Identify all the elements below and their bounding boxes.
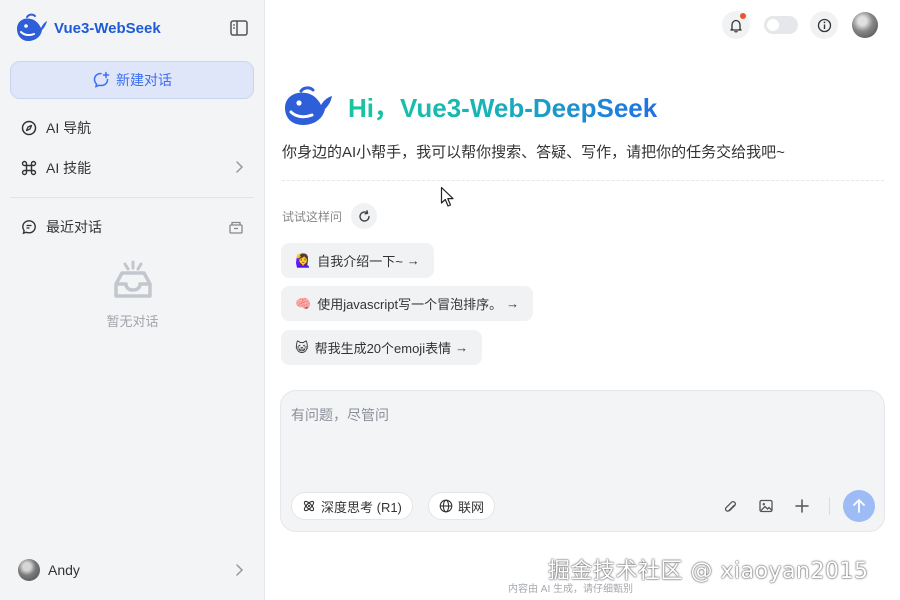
refresh-icon — [358, 209, 370, 222]
suggestion-item[interactable]: 😺 帮我生成20个emoji表情 → — [281, 330, 483, 365]
brand[interactable]: Vue3-WebSeek — [14, 12, 161, 44]
user-profile-row[interactable]: Andy — [10, 553, 254, 587]
new-chat-label: 新建对话 — [116, 72, 172, 88]
arrow-up-icon — [853, 499, 865, 513]
globe-icon — [439, 499, 453, 513]
archive-icon[interactable] — [228, 219, 244, 235]
command-icon — [20, 159, 38, 177]
toolbar-separator — [829, 497, 830, 515]
avatar — [18, 559, 40, 581]
sidebar: Vue3-WebSeek 新建对话 AI 导航 AI 技能 最近对话 暂无对话 … — [0, 0, 265, 600]
sidebar-item-label: AI 技能 — [46, 160, 92, 176]
bell-icon — [730, 19, 742, 32]
whale-logo-icon — [285, 86, 332, 125]
sidebar-item-ai-nav[interactable]: AI 导航 — [10, 111, 254, 145]
hero-header: Hi，Vue3-Web-DeepSeek — [282, 84, 657, 128]
notification-dot — [740, 13, 746, 19]
arrow-right-icon: → — [406, 253, 420, 268]
web-search-toggle[interactable]: 联网 — [428, 492, 496, 520]
person-raising-hand-icon: 🙋‍♀️ — [295, 252, 312, 268]
info-button[interactable] — [810, 11, 838, 39]
theme-toggle[interactable] — [764, 16, 798, 34]
recent-chats-header: 最近对话 — [10, 210, 254, 244]
cat-face-icon: 😺 — [295, 339, 309, 355]
paperclip-icon — [724, 500, 737, 512]
user-avatar-button[interactable] — [852, 12, 878, 38]
arrow-right-icon: → — [455, 340, 469, 355]
sidebar-item-label: AI 导航 — [46, 120, 92, 136]
suggestion-item[interactable]: 🧠 使用javascript写一个冒泡排序。 → — [281, 286, 534, 321]
sidebar-divider — [10, 197, 254, 198]
ai-disclaimer: 内容由 AI 生成，请仔细甄别 — [508, 584, 634, 595]
add-button[interactable] — [791, 495, 813, 517]
image-upload-button[interactable] — [755, 495, 777, 517]
chat-bubble-icon — [20, 218, 38, 236]
suggestions-label: 试试这样问 — [282, 210, 343, 224]
plus-icon — [795, 499, 809, 513]
suggestion-text: 自我介绍一下~ — [317, 254, 403, 269]
send-button[interactable] — [843, 490, 875, 522]
new-chat-icon — [93, 71, 110, 88]
brand-name: Vue3-WebSeek — [54, 19, 161, 37]
suggestion-text: 帮我生成20个emoji表情 — [314, 341, 452, 356]
deep-think-label: 深度思考 (R1) — [321, 499, 402, 515]
brain-icon: 🧠 — [295, 295, 312, 311]
info-icon — [817, 18, 831, 32]
sidebar-toggle-icon[interactable] — [229, 19, 249, 37]
refresh-suggestions-button[interactable] — [351, 203, 377, 229]
chat-composer: 深度思考 (R1) 联网 — [280, 390, 885, 532]
chat-input[interactable] — [291, 405, 871, 475]
new-chat-button[interactable]: 新建对话 — [10, 61, 254, 99]
page-subtitle: 你身边的AI小帮手，我可以帮你搜索、答疑、写作，请把你的任务交给我吧~ — [282, 144, 785, 161]
atom-icon — [303, 500, 315, 512]
top-toolbar — [722, 11, 878, 39]
image-icon — [759, 499, 773, 513]
whale-logo-icon — [17, 13, 47, 41]
notification-button[interactable] — [722, 11, 750, 39]
empty-inbox-icon — [113, 260, 152, 298]
suggestion-text: 使用javascript写一个冒泡排序。 — [317, 297, 503, 312]
page-title: Hi，Vue3-Web-DeepSeek — [348, 88, 657, 125]
user-name: Andy — [48, 562, 80, 578]
mouse-cursor-icon — [440, 186, 454, 207]
recent-chats-label: 最近对话 — [46, 219, 102, 235]
suggestion-item[interactable]: 🙋‍♀️ 自我介绍一下~ → — [281, 243, 434, 278]
empty-state-label: 暂无对话 — [106, 314, 159, 329]
empty-state: 暂无对话 — [0, 258, 265, 330]
chevron-right-icon — [236, 564, 244, 576]
compass-icon — [20, 119, 38, 137]
web-search-label: 联网 — [458, 499, 485, 515]
attach-button[interactable] — [719, 495, 741, 517]
chevron-right-icon — [236, 161, 244, 173]
sidebar-item-ai-skills[interactable]: AI 技能 — [10, 151, 254, 185]
section-divider — [282, 180, 884, 181]
arrow-right-icon: → — [506, 296, 520, 311]
deep-think-toggle[interactable]: 深度思考 (R1) — [291, 492, 413, 520]
